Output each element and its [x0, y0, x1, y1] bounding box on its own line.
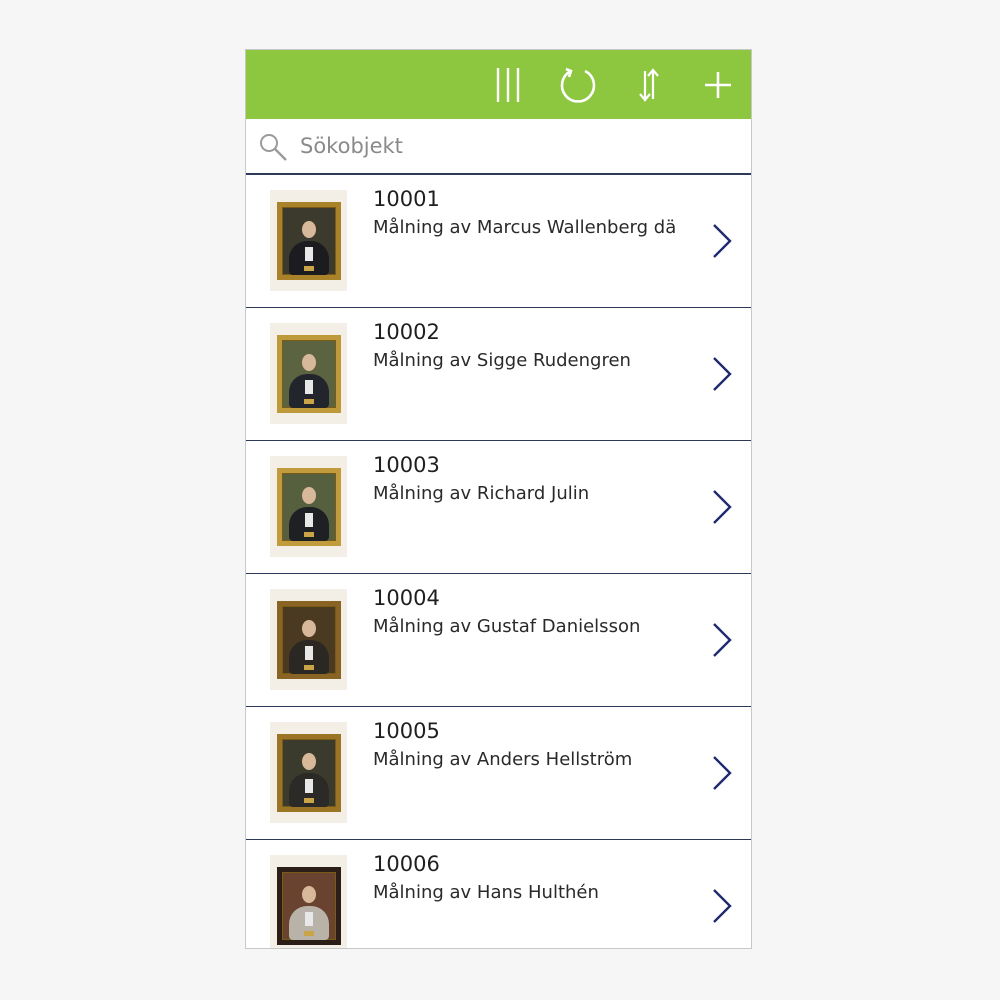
- item-thumbnail: [270, 190, 347, 291]
- portrait-shirt: [304, 911, 313, 926]
- item-title: 10005: [373, 719, 440, 743]
- item-list: 10001 Målning av Marcus Wallenberg dä 10…: [246, 175, 751, 948]
- item-subtitle: Målning av Marcus Wallenberg dä: [373, 217, 675, 238]
- refresh-button[interactable]: [556, 64, 600, 106]
- item-subtitle: Målning av Anders Hellström: [373, 749, 633, 770]
- portrait-plaque: [303, 797, 314, 803]
- search-icon: [260, 134, 287, 161]
- portrait-head: [301, 486, 316, 504]
- portrait-shirt: [304, 512, 313, 527]
- portrait-head: [301, 752, 316, 770]
- portrait-image: [276, 201, 341, 280]
- portrait-image: [276, 733, 341, 812]
- chevron-right-icon[interactable]: [711, 489, 733, 525]
- portrait-head: [301, 353, 316, 371]
- item-thumbnail: [270, 855, 347, 948]
- list-item[interactable]: 10002 Målning av Sigge Rudengren: [246, 308, 751, 441]
- portrait-plaque: [303, 531, 314, 537]
- search-bar: [246, 119, 751, 175]
- portrait-shirt: [304, 246, 313, 261]
- item-thumbnail: [270, 722, 347, 823]
- top-toolbar: [246, 50, 751, 119]
- portrait-plaque: [303, 265, 314, 271]
- add-button[interactable]: [696, 64, 740, 106]
- portrait-head: [301, 885, 316, 903]
- item-subtitle: Målning av Richard Julin: [373, 483, 590, 504]
- sort-icon: [639, 68, 659, 102]
- list-item[interactable]: 10004 Målning av Gustaf Danielsson: [246, 574, 751, 707]
- portrait-plaque: [303, 664, 314, 670]
- portrait-plaque: [303, 930, 314, 936]
- list-item[interactable]: 10003 Målning av Richard Julin: [246, 441, 751, 574]
- chevron-right-icon[interactable]: [711, 356, 733, 392]
- item-subtitle: Målning av Hans Hulthén: [373, 882, 599, 903]
- portrait-shirt: [304, 778, 313, 793]
- add-icon: [705, 72, 731, 98]
- item-title: 10003: [373, 453, 440, 477]
- search-input[interactable]: [300, 127, 720, 165]
- portrait-image: [276, 467, 341, 546]
- sort-button[interactable]: [627, 64, 671, 106]
- app-window: 10001 Målning av Marcus Wallenberg dä 10…: [245, 49, 752, 949]
- item-title: 10001: [373, 187, 440, 211]
- list-item[interactable]: 10001 Målning av Marcus Wallenberg dä: [246, 175, 751, 308]
- portrait-plaque: [303, 398, 314, 404]
- portrait-image: [276, 866, 341, 945]
- item-subtitle: Målning av Sigge Rudengren: [373, 350, 631, 371]
- chevron-right-icon[interactable]: [711, 622, 733, 658]
- chevron-right-icon[interactable]: [711, 888, 733, 924]
- refresh-icon: [560, 67, 596, 103]
- portrait-head: [301, 619, 316, 637]
- item-thumbnail: [270, 456, 347, 557]
- list-item[interactable]: 10006 Målning av Hans Hulthén: [246, 840, 751, 948]
- item-title: 10006: [373, 852, 440, 876]
- chevron-right-icon[interactable]: [711, 755, 733, 791]
- portrait-image: [276, 334, 341, 413]
- portrait-image: [276, 600, 341, 679]
- columns-icon: [496, 68, 520, 102]
- portrait-shirt: [304, 379, 313, 394]
- list-item[interactable]: 10005 Målning av Anders Hellström: [246, 707, 751, 840]
- item-thumbnail: [270, 323, 347, 424]
- item-title: 10002: [373, 320, 440, 344]
- portrait-shirt: [304, 645, 313, 660]
- item-title: 10004: [373, 586, 440, 610]
- item-thumbnail: [270, 589, 347, 690]
- chevron-right-icon[interactable]: [711, 223, 733, 259]
- portrait-head: [301, 220, 316, 238]
- item-subtitle: Målning av Gustaf Danielsson: [373, 616, 641, 637]
- columns-button[interactable]: [486, 64, 530, 106]
